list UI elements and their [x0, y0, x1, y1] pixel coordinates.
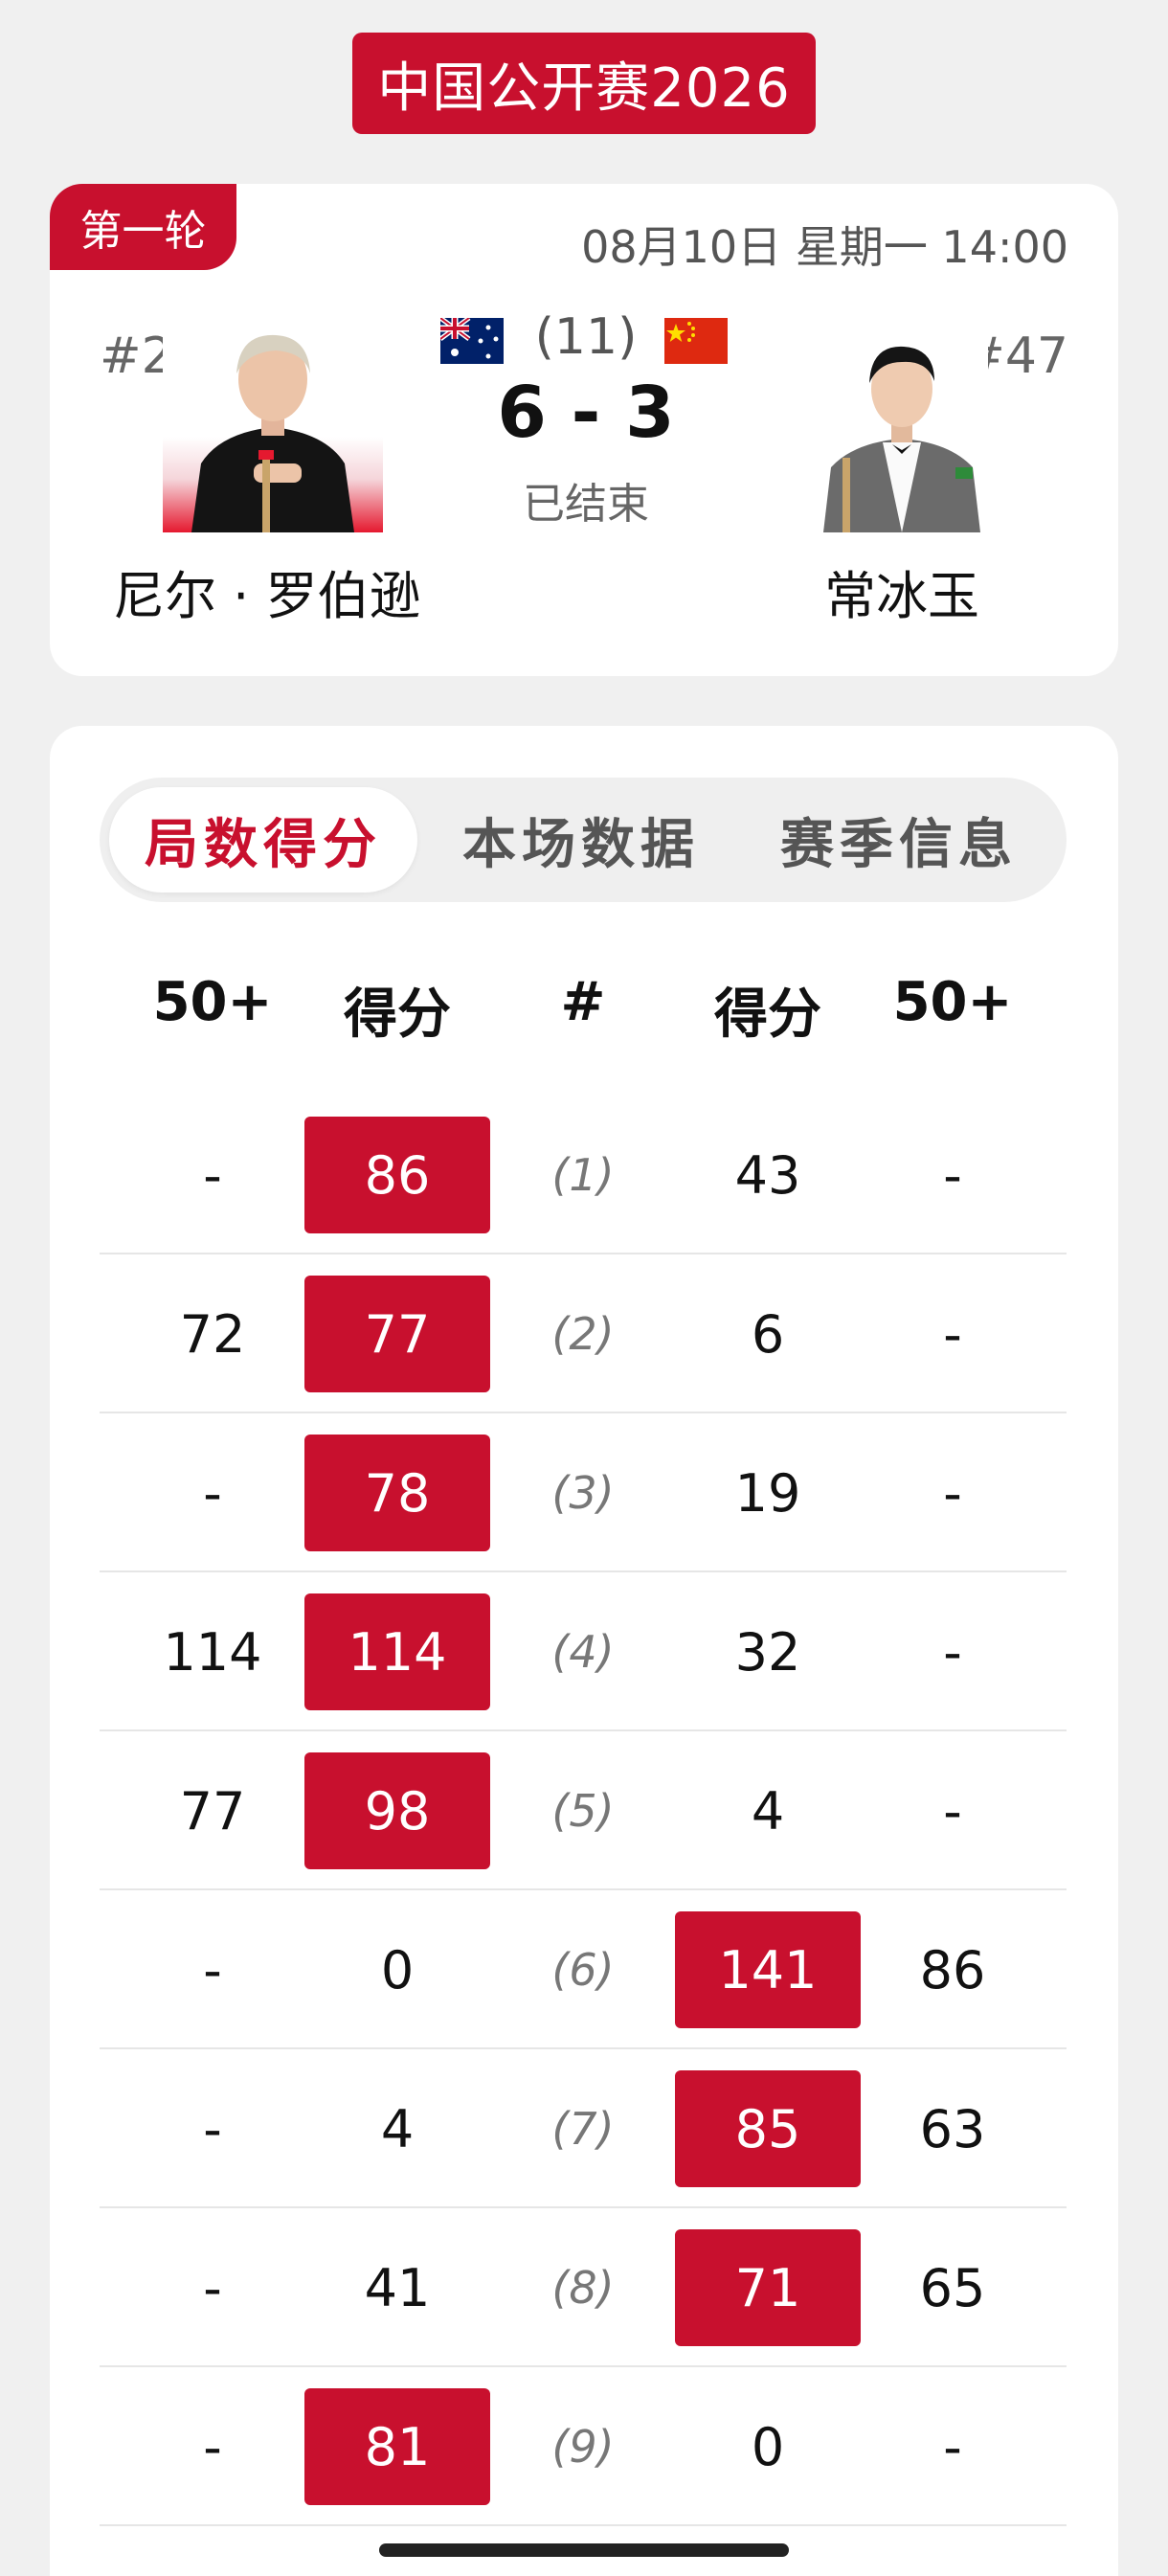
- left-player-avatar: [163, 320, 383, 532]
- table-row: 114 114 (4) 32 -: [100, 1572, 1067, 1731]
- right-score-cell: 43: [734, 1144, 801, 1206]
- header-left-breaks: 50+: [152, 971, 273, 1033]
- right-score-cell: 4: [751, 1780, 785, 1842]
- header-frame-number: #: [560, 971, 606, 1033]
- left-breaks-cell: -: [203, 1462, 222, 1524]
- frame-number-cell: (1): [551, 1149, 615, 1201]
- left-breaks-cell: -: [203, 1939, 222, 2000]
- table-row: - 78 (3) 19 -: [100, 1413, 1067, 1572]
- frame-winner-score: 71: [675, 2229, 861, 2346]
- right-breaks-cell: -: [943, 1303, 962, 1365]
- table-row: - 41 (8) 71 65: [100, 2208, 1067, 2367]
- table-row: - 86 (1) 43 -: [100, 1096, 1067, 1254]
- left-breaks-cell: 114: [163, 1621, 262, 1683]
- right-score-cell: 71: [672, 2208, 864, 2367]
- left-breaks-cell: -: [203, 2416, 222, 2477]
- table-row: - 4 (7) 85 63: [100, 2049, 1067, 2208]
- tab-match-stats[interactable]: 本场数据: [427, 787, 735, 893]
- header-right-score: 得分: [714, 983, 821, 1046]
- match-score: 6 - 3: [497, 372, 675, 454]
- frame-winner-score: 141: [675, 1911, 861, 2028]
- right-breaks-cell: -: [943, 1144, 962, 1206]
- table-row: - 0 (6) 141 86: [100, 1890, 1067, 2049]
- left-score-cell: 41: [364, 2257, 431, 2318]
- right-breaks-cell: 86: [919, 1939, 986, 2000]
- right-breaks-cell: 65: [919, 2257, 986, 2318]
- right-score-cell: 141: [672, 1890, 864, 2049]
- round-tag: 第一轮: [50, 184, 236, 270]
- right-breaks-cell: -: [943, 1780, 962, 1842]
- right-score-cell: 85: [672, 2049, 864, 2208]
- frame-number-cell: (4): [551, 1626, 615, 1678]
- best-of-frames: (11): [534, 308, 638, 366]
- frame-winner-score: 85: [675, 2070, 861, 2187]
- right-score-cell: 0: [751, 2416, 785, 2477]
- right-score-cell: 6: [751, 1303, 785, 1365]
- header-left-score: 得分: [344, 983, 451, 1046]
- right-breaks-cell: 63: [919, 2098, 986, 2159]
- tab-bar: 局数得分 本场数据 赛季信息: [100, 778, 1067, 902]
- frame-number-cell: (9): [551, 2421, 615, 2473]
- right-breaks-cell: -: [943, 2416, 962, 2477]
- frame-number-cell: (2): [551, 1308, 615, 1360]
- left-breaks-cell: -: [203, 2257, 222, 2318]
- left-score-cell: 114: [302, 1572, 493, 1731]
- frame-number-cell: (6): [551, 1944, 615, 1996]
- match-status: 已结束: [523, 480, 649, 529]
- tab-frame-scores[interactable]: 局数得分: [109, 787, 417, 893]
- frame-winner-score: 114: [304, 1593, 490, 1710]
- right-player-name[interactable]: 常冰玉: [806, 554, 998, 629]
- left-score-cell: 81: [302, 2367, 493, 2526]
- stats-card: 局数得分 本场数据 赛季信息 50+ 得分 # 得分 50+ -86 (1) 43-…: [50, 726, 1118, 2576]
- china-flag-icon: [664, 318, 728, 364]
- table-row: 77 98 (5) 4 -: [100, 1731, 1067, 1890]
- left-breaks-cell: -: [203, 1144, 222, 1206]
- row-divider: [100, 2524, 1067, 2526]
- frame-winner-score: 78: [304, 1435, 490, 1551]
- right-score-cell: 32: [734, 1621, 801, 1683]
- left-score-cell: 78: [302, 1413, 493, 1572]
- frame-winner-score: 81: [304, 2388, 490, 2505]
- left-score-cell: 98: [302, 1731, 493, 1890]
- frame-winner-score: 98: [304, 1752, 490, 1869]
- frame-number-cell: (8): [551, 2262, 615, 2314]
- tournament-title: 中国公开赛2026: [352, 33, 816, 134]
- match-card[interactable]: 第一轮 08月10日 星期一 14:00 #2 #47 (11) 6 - 3 已…: [50, 184, 1118, 676]
- frame-winner-score: 86: [304, 1117, 490, 1233]
- right-player-avatar: [816, 324, 988, 532]
- left-score-cell: 77: [302, 1254, 493, 1413]
- australia-flag-icon: [440, 318, 504, 364]
- table-row: - 81 (9) 0 -: [100, 2367, 1067, 2526]
- left-player-name[interactable]: 尼尔 · 罗伯逊: [113, 554, 450, 629]
- left-breaks-cell: 77: [179, 1780, 246, 1842]
- frame-number-cell: (3): [551, 1467, 615, 1519]
- home-indicator[interactable]: [379, 2543, 789, 2557]
- header-right-breaks: 50+: [892, 971, 1013, 1033]
- right-breaks-cell: -: [943, 1462, 962, 1524]
- left-score-cell: 0: [380, 1939, 415, 2000]
- right-breaks-cell: -: [943, 1621, 962, 1683]
- left-score-cell: 86: [302, 1096, 493, 1254]
- frame-winner-score: 77: [304, 1276, 490, 1392]
- left-breaks-cell: 72: [179, 1303, 246, 1365]
- frame-number-cell: (5): [551, 1785, 615, 1837]
- left-breaks-cell: -: [203, 2098, 222, 2159]
- left-score-cell: 4: [380, 2098, 415, 2159]
- right-score-cell: 19: [734, 1462, 801, 1524]
- table-row: 72 77 (2) 6 -: [100, 1254, 1067, 1413]
- tab-season-info[interactable]: 赛季信息: [745, 787, 1053, 893]
- match-datetime: 08月10日 星期一 14:00: [581, 221, 1068, 273]
- frame-number-cell: (7): [551, 2103, 615, 2155]
